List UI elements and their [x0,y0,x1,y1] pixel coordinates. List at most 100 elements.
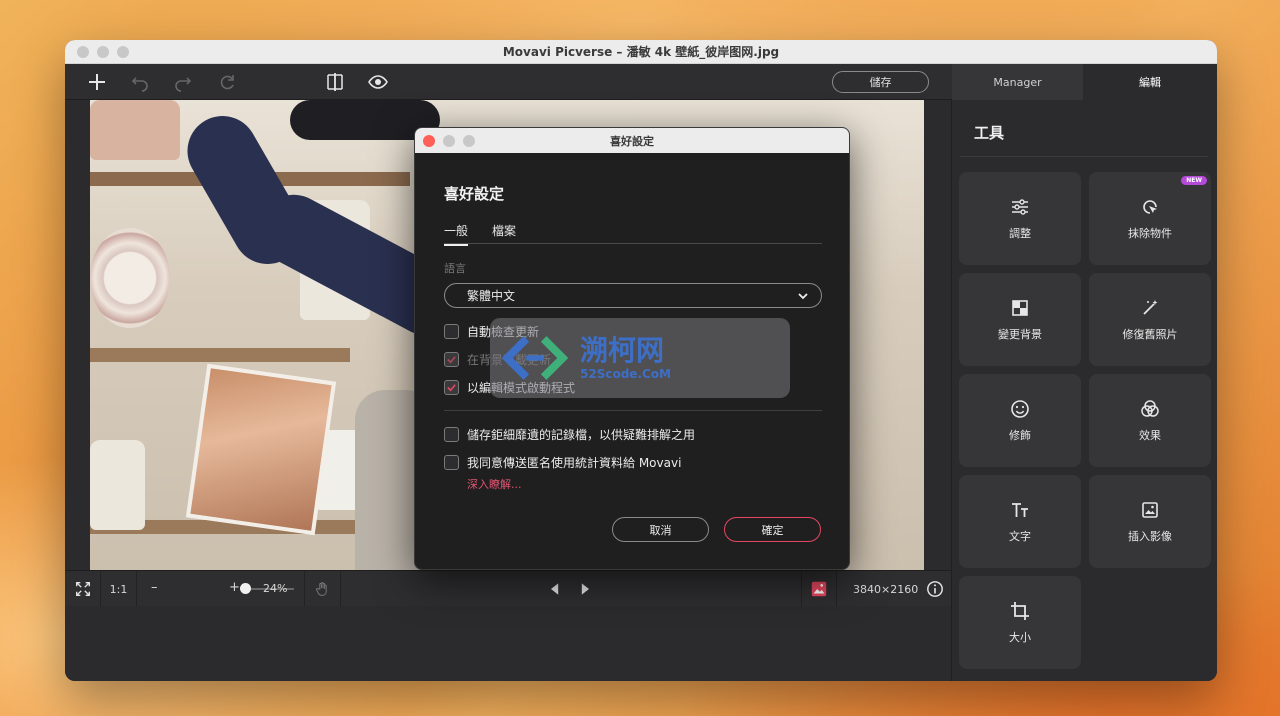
tab-general[interactable]: 一般 [444,222,469,246]
jar [90,440,145,530]
sliders-icon [1012,198,1028,215]
checkbox[interactable] [444,324,459,339]
redo-icon[interactable] [169,68,197,96]
window-titlebar: Movavi Picverse – 潘敏 4k 壁紙_彼岸图网.jpg [65,40,1217,64]
text-icon [1012,502,1028,517]
compare-icon[interactable] [321,68,349,96]
option-label: 我同意傳送匿名使用統計資料給 Movavi [467,456,682,470]
dialog-zoom-button[interactable] [463,135,475,147]
tool-label: 插入影像 [1128,529,1172,543]
dialog-window-controls[interactable] [423,135,475,147]
main-toolbar: 儲存 Manager 編輯 [65,64,1217,100]
option-anonymous-stats[interactable]: 我同意傳送匿名使用統計資料給 Movavi [444,454,681,471]
tool-label: 效果 [1139,428,1161,442]
eye-icon[interactable] [364,68,392,96]
tool-text[interactable]: 文字 [959,475,1081,568]
framed-photo [185,363,337,536]
dialog-window-title: 喜好設定 [610,134,654,148]
zoom-control: – + 24% [137,571,305,607]
crop-icon [1011,601,1029,620]
tab-edit[interactable]: 編輯 [1083,64,1217,100]
tool-label: 調整 [1009,226,1031,240]
reset-icon[interactable] [213,68,241,96]
checkmark-icon [447,356,456,364]
tool-insert-image[interactable]: 插入影像 [1089,475,1211,568]
previous-image-icon[interactable] [541,571,569,607]
background-icon [1012,299,1028,316]
image-dimensions: 3840×2160 [853,582,919,596]
dialog-minimize-button[interactable] [443,135,455,147]
shelf [90,348,350,362]
add-icon[interactable] [83,68,111,96]
divider [444,410,822,411]
tab-files[interactable]: 檔案 [492,222,516,239]
tool-resize[interactable]: 大小 [959,576,1081,669]
checkmark-icon [447,384,456,392]
language-value: 繁體中文 [467,289,516,303]
eraser-cursor-icon [1143,199,1157,214]
tool-label: 變更背景 [998,327,1042,341]
tool-label: 修飾 [1009,428,1031,442]
zoom-out-button[interactable]: – [151,580,158,595]
watermark-title: 溯柯网 [580,334,665,367]
watermark: 溯柯网 52Scode.CoM [490,318,790,398]
image-dimensions-cell: 3840×2160 [837,571,951,607]
sidebar-heading: 工具 [974,124,1005,142]
save-button[interactable]: 儲存 [832,71,929,93]
dialog-close-button[interactable] [423,135,435,147]
dialog-heading: 喜好設定 [444,185,505,203]
ok-button[interactable]: 確定 [724,517,821,542]
checkbox[interactable] [444,455,459,470]
option-label: 儲存鉅細靡遺的記錄檔，以供疑難排解之用 [467,428,696,442]
language-select[interactable]: 繁體中文 [444,283,822,308]
tool-label: 抹除物件 [1128,226,1172,240]
option-detailed-logs[interactable]: 儲存鉅細靡遺的記錄檔，以供疑難排解之用 [444,426,695,443]
tool-restore-photo[interactable]: 修復舊照片 [1089,273,1211,366]
jar [90,100,180,160]
tab-manager[interactable]: Manager [952,64,1083,100]
next-image-icon[interactable] [571,571,599,607]
tool-label: 大小 [1009,630,1031,644]
checkbox[interactable] [444,427,459,442]
chevron-down-icon [798,293,808,300]
learn-more-link[interactable]: 深入瞭解... [467,476,522,492]
watermark-subtitle: 52Scode.CoM [580,367,671,381]
tool-change-background[interactable]: 變更背景 [959,273,1081,366]
image-info-icon[interactable] [801,571,837,607]
smile-icon [1011,399,1029,418]
zoom-slider-handle[interactable] [240,583,251,594]
filmstrip-area [65,606,951,681]
tool-label: 文字 [1009,529,1031,543]
canvas-bottom-bar: 1:1 – + 24% 3840×2160 [65,570,951,607]
hand-tool-icon[interactable] [305,571,341,607]
dialog-tabs: 一般 檔案 [444,222,822,246]
dialog-titlebar: 喜好設定 [415,128,849,153]
new-badge: NEW [1181,176,1207,185]
window-title: Movavi Picverse – 潘敏 4k 壁紙_彼岸图网.jpg [502,45,780,59]
close-window-button[interactable] [77,46,89,58]
tools-sidebar: 工具 調整 NEW 抹除物件 變更背景 修復舊照片 修飾 效果 文字 插入影像 … [951,100,1217,681]
zoom-level: 24% [263,582,288,595]
checkbox[interactable] [444,352,459,367]
checkbox[interactable] [444,380,459,395]
plate [90,228,170,328]
minimize-window-button[interactable] [97,46,109,58]
magic-wand-icon [1143,299,1158,315]
actual-size-button[interactable]: 1:1 [101,571,137,607]
zoom-window-button[interactable] [117,46,129,58]
tool-retouch[interactable]: 修飾 [959,374,1081,467]
language-label: 語言 [444,262,466,275]
tool-effects[interactable]: 效果 [1089,374,1211,467]
tool-adjust[interactable]: 調整 [959,172,1081,265]
fullscreen-icon[interactable] [65,571,101,607]
window-controls[interactable] [77,46,129,58]
undo-icon[interactable] [126,68,154,96]
circles-icon [1141,399,1159,417]
watermark-logo-icon [490,318,580,398]
tool-object-removal[interactable]: NEW 抹除物件 [1089,172,1211,265]
info-icon[interactable] [926,580,944,598]
cancel-button[interactable]: 取消 [612,517,709,542]
tool-label: 修復舊照片 [1122,327,1178,341]
zoom-in-button[interactable]: + [229,580,240,595]
divider [960,156,1208,157]
